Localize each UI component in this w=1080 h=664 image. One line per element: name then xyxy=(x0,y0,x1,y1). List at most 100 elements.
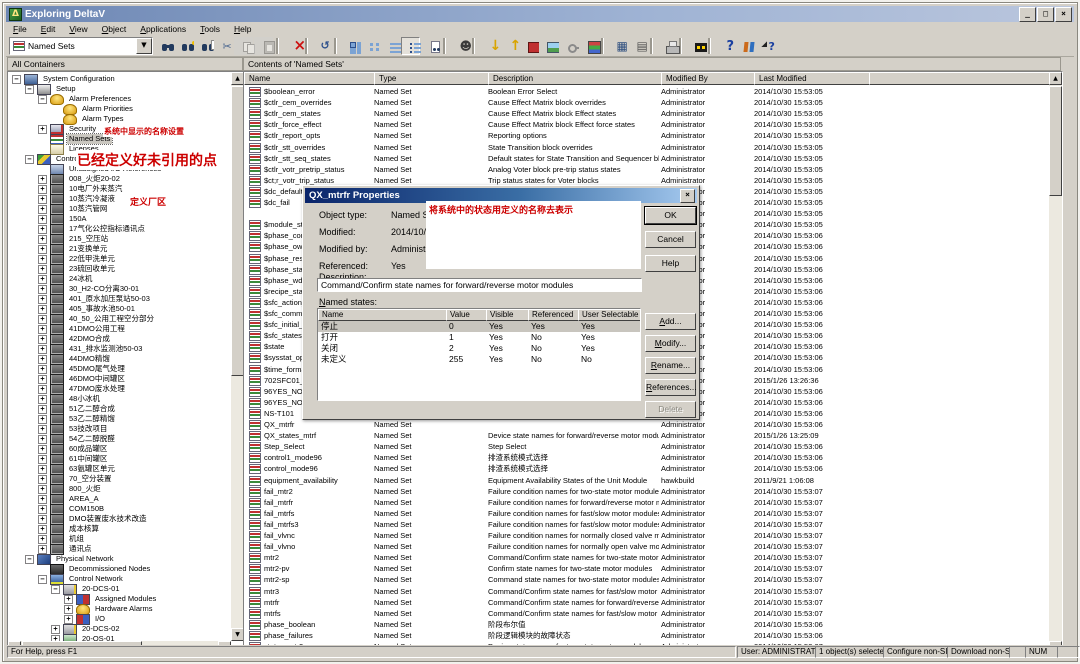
column-header-type[interactable]: Type xyxy=(374,72,492,85)
cancel-button[interactable]: Cancel xyxy=(645,231,696,248)
expand-toggle-icon[interactable]: + xyxy=(38,305,47,314)
tree-item[interactable]: +40_50_公用工程空分部分 xyxy=(38,314,156,324)
expand-toggle-icon[interactable]: + xyxy=(38,285,47,294)
expand-toggle-icon[interactable]: + xyxy=(38,125,47,134)
list-row[interactable]: $ctlr_votr_pretrip_statusNamed SetAnalog… xyxy=(244,164,1049,175)
rename-button[interactable]: Rename... xyxy=(645,357,696,374)
alarm-config-button[interactable] xyxy=(579,37,598,55)
expand-toggle-icon[interactable]: + xyxy=(38,205,47,214)
expand-toggle-icon[interactable]: + xyxy=(64,605,73,614)
tree-item[interactable]: +30_H2-CO分离30-01 xyxy=(38,284,141,294)
expand-toggle-icon[interactable]: + xyxy=(38,385,47,394)
list-row[interactable]: control_mode96Named Set排渣系统模式选择Administr… xyxy=(244,463,1049,474)
tree-item[interactable]: +24冰机 xyxy=(38,274,94,284)
tree-item[interactable]: +61中间罐区 xyxy=(38,454,109,464)
expand-toggle-icon[interactable]: + xyxy=(38,235,47,244)
tree-item[interactable]: −Setup xyxy=(25,84,78,94)
scroll-up-icon[interactable]: ▲ xyxy=(1049,72,1062,85)
expand-toggle-icon[interactable]: + xyxy=(38,465,47,474)
dialog-close-icon[interactable]: × xyxy=(680,189,695,203)
list-row[interactable]: phase_failuresNamed Set阶段逻辑模块的故障状态Admini… xyxy=(244,630,1049,641)
menu-file[interactable]: File xyxy=(6,23,34,35)
tree-item[interactable]: +41DMO公用工程 xyxy=(38,324,127,334)
tree-item[interactable]: +Security xyxy=(38,124,98,134)
maximize-button[interactable]: □ xyxy=(1037,7,1054,22)
expand-toggle-icon[interactable]: + xyxy=(38,345,47,354)
list-row[interactable]: $ctlr_cem_statesNamed SetCause Effect Ma… xyxy=(244,108,1049,119)
tree-item[interactable]: +60成品罐区 xyxy=(38,444,109,454)
list-row[interactable]: $boolean_errorNamed SetBoolean Error Sel… xyxy=(244,86,1049,97)
expand-toggle-icon[interactable]: + xyxy=(38,185,47,194)
expand-toggle-icon[interactable]: + xyxy=(38,195,47,204)
expand-toggle-icon[interactable]: + xyxy=(38,295,47,304)
named-state-row[interactable]: 停止0YesYesYes xyxy=(318,321,640,332)
list-row[interactable]: $ctlr_force_effectNamed SetCause Effect … xyxy=(244,119,1049,130)
expand-toggle-icon[interactable]: + xyxy=(38,175,47,184)
upload-button[interactable] xyxy=(499,37,518,55)
expand-toggle-icon[interactable]: + xyxy=(38,335,47,344)
delete-button[interactable]: Delete xyxy=(645,401,696,418)
tree-item[interactable]: +Hardware Alarms xyxy=(64,604,155,614)
find-button[interactable] xyxy=(174,37,193,55)
tree-item[interactable]: +150A xyxy=(38,214,89,224)
tree-item[interactable]: +10蒸汽冷凝液 xyxy=(38,194,117,204)
expand-toggle-icon[interactable]: + xyxy=(38,495,47,504)
tree-item[interactable]: +800_火炬 xyxy=(38,484,103,494)
list-row[interactable]: QX_states_mtrfNamed SetDevice state name… xyxy=(244,430,1049,441)
column-header-modified-by[interactable]: Modified By xyxy=(661,72,758,85)
tree-item[interactable]: +20-OS-01 xyxy=(51,634,117,641)
expand-toggle-icon[interactable]: + xyxy=(38,355,47,364)
history-view-button[interactable] xyxy=(628,37,647,55)
list-row[interactable]: $ctlr_report_optsNamed SetReporting opti… xyxy=(244,130,1049,141)
expand-toggle-icon[interactable]: + xyxy=(38,325,47,334)
books-online-button[interactable] xyxy=(735,37,754,55)
tree-item[interactable]: −System Configuration xyxy=(12,74,117,84)
expand-toggle-icon[interactable]: + xyxy=(38,455,47,464)
list-row[interactable]: Step_SelectNamed SetStep SelectAdministr… xyxy=(244,441,1049,452)
tree-item[interactable]: +22低甲洗单元 xyxy=(38,254,117,264)
expand-toggle-icon[interactable]: − xyxy=(38,575,47,584)
expand-toggle-icon[interactable]: + xyxy=(38,515,47,524)
tree-item[interactable]: +54乙二醇脱醛 xyxy=(38,434,117,444)
tree-item[interactable]: +215_空压站 xyxy=(38,234,110,244)
close-button[interactable]: × xyxy=(1055,7,1072,22)
expand-toggle-icon[interactable]: − xyxy=(38,95,47,104)
description-input[interactable]: Command/Confirm state names for forward/… xyxy=(317,278,642,292)
expand-toggle-icon[interactable]: + xyxy=(38,245,47,254)
menu-edit[interactable]: Edit xyxy=(34,23,63,35)
list-row[interactable]: $ctlr_cem_overridesNamed SetCause Effect… xyxy=(244,97,1049,108)
expand-toggle-icon[interactable]: + xyxy=(38,485,47,494)
list-row[interactable]: fail_vlvnoNamed SetFailure condition nam… xyxy=(244,541,1049,552)
expand-toggle-icon[interactable]: + xyxy=(64,595,73,604)
list-vscroll-thumb[interactable] xyxy=(1049,86,1062,196)
small-icons-view-button[interactable] xyxy=(361,37,380,55)
tree-item[interactable]: +51乙二醇合成 xyxy=(38,404,117,414)
tree-item[interactable]: −Control Network xyxy=(38,574,125,584)
database-view-button[interactable] xyxy=(608,37,627,55)
list-row[interactable]: fail_mtr2Named SetFailure condition name… xyxy=(244,486,1049,497)
tree-item[interactable]: +10电厂外来蒸汽 xyxy=(38,184,124,194)
list-row[interactable]: mtr2Named SetCommand/Confirm state names… xyxy=(244,552,1049,563)
expand-toggle-icon[interactable]: − xyxy=(25,555,34,564)
tree-item[interactable]: +44DMO精馏 xyxy=(38,354,112,364)
expand-toggle-icon[interactable]: + xyxy=(38,225,47,234)
expand-toggle-icon[interactable]: + xyxy=(38,545,47,554)
expand-toggle-icon[interactable]: + xyxy=(38,505,47,514)
tree-item[interactable]: +53乙二醇精馏 xyxy=(38,414,117,424)
combobox-dropdown-button[interactable]: ▼ xyxy=(136,38,152,54)
expand-toggle-icon[interactable]: + xyxy=(38,475,47,484)
delete-button[interactable] xyxy=(283,37,302,55)
tree-item[interactable]: +通讯点 xyxy=(38,544,94,554)
tree-item[interactable]: +成本核算 xyxy=(38,524,101,534)
ns-column-header-name[interactable]: Name xyxy=(318,309,449,321)
list-row[interactable]: mtr3Named SetCommand/Confirm state names… xyxy=(244,586,1049,597)
help-button[interactable] xyxy=(715,37,734,55)
diagnostics-button[interactable] xyxy=(519,37,538,55)
tree-item[interactable]: Alarm Priorities xyxy=(51,104,135,114)
expand-toggle-icon[interactable]: + xyxy=(38,525,47,534)
paste-button[interactable] xyxy=(254,37,273,55)
column-header-description[interactable]: Description xyxy=(488,72,665,85)
security-button[interactable] xyxy=(559,37,578,55)
tree-item[interactable]: −Physical Network xyxy=(25,554,116,564)
expand-toggle-icon[interactable]: + xyxy=(38,275,47,284)
